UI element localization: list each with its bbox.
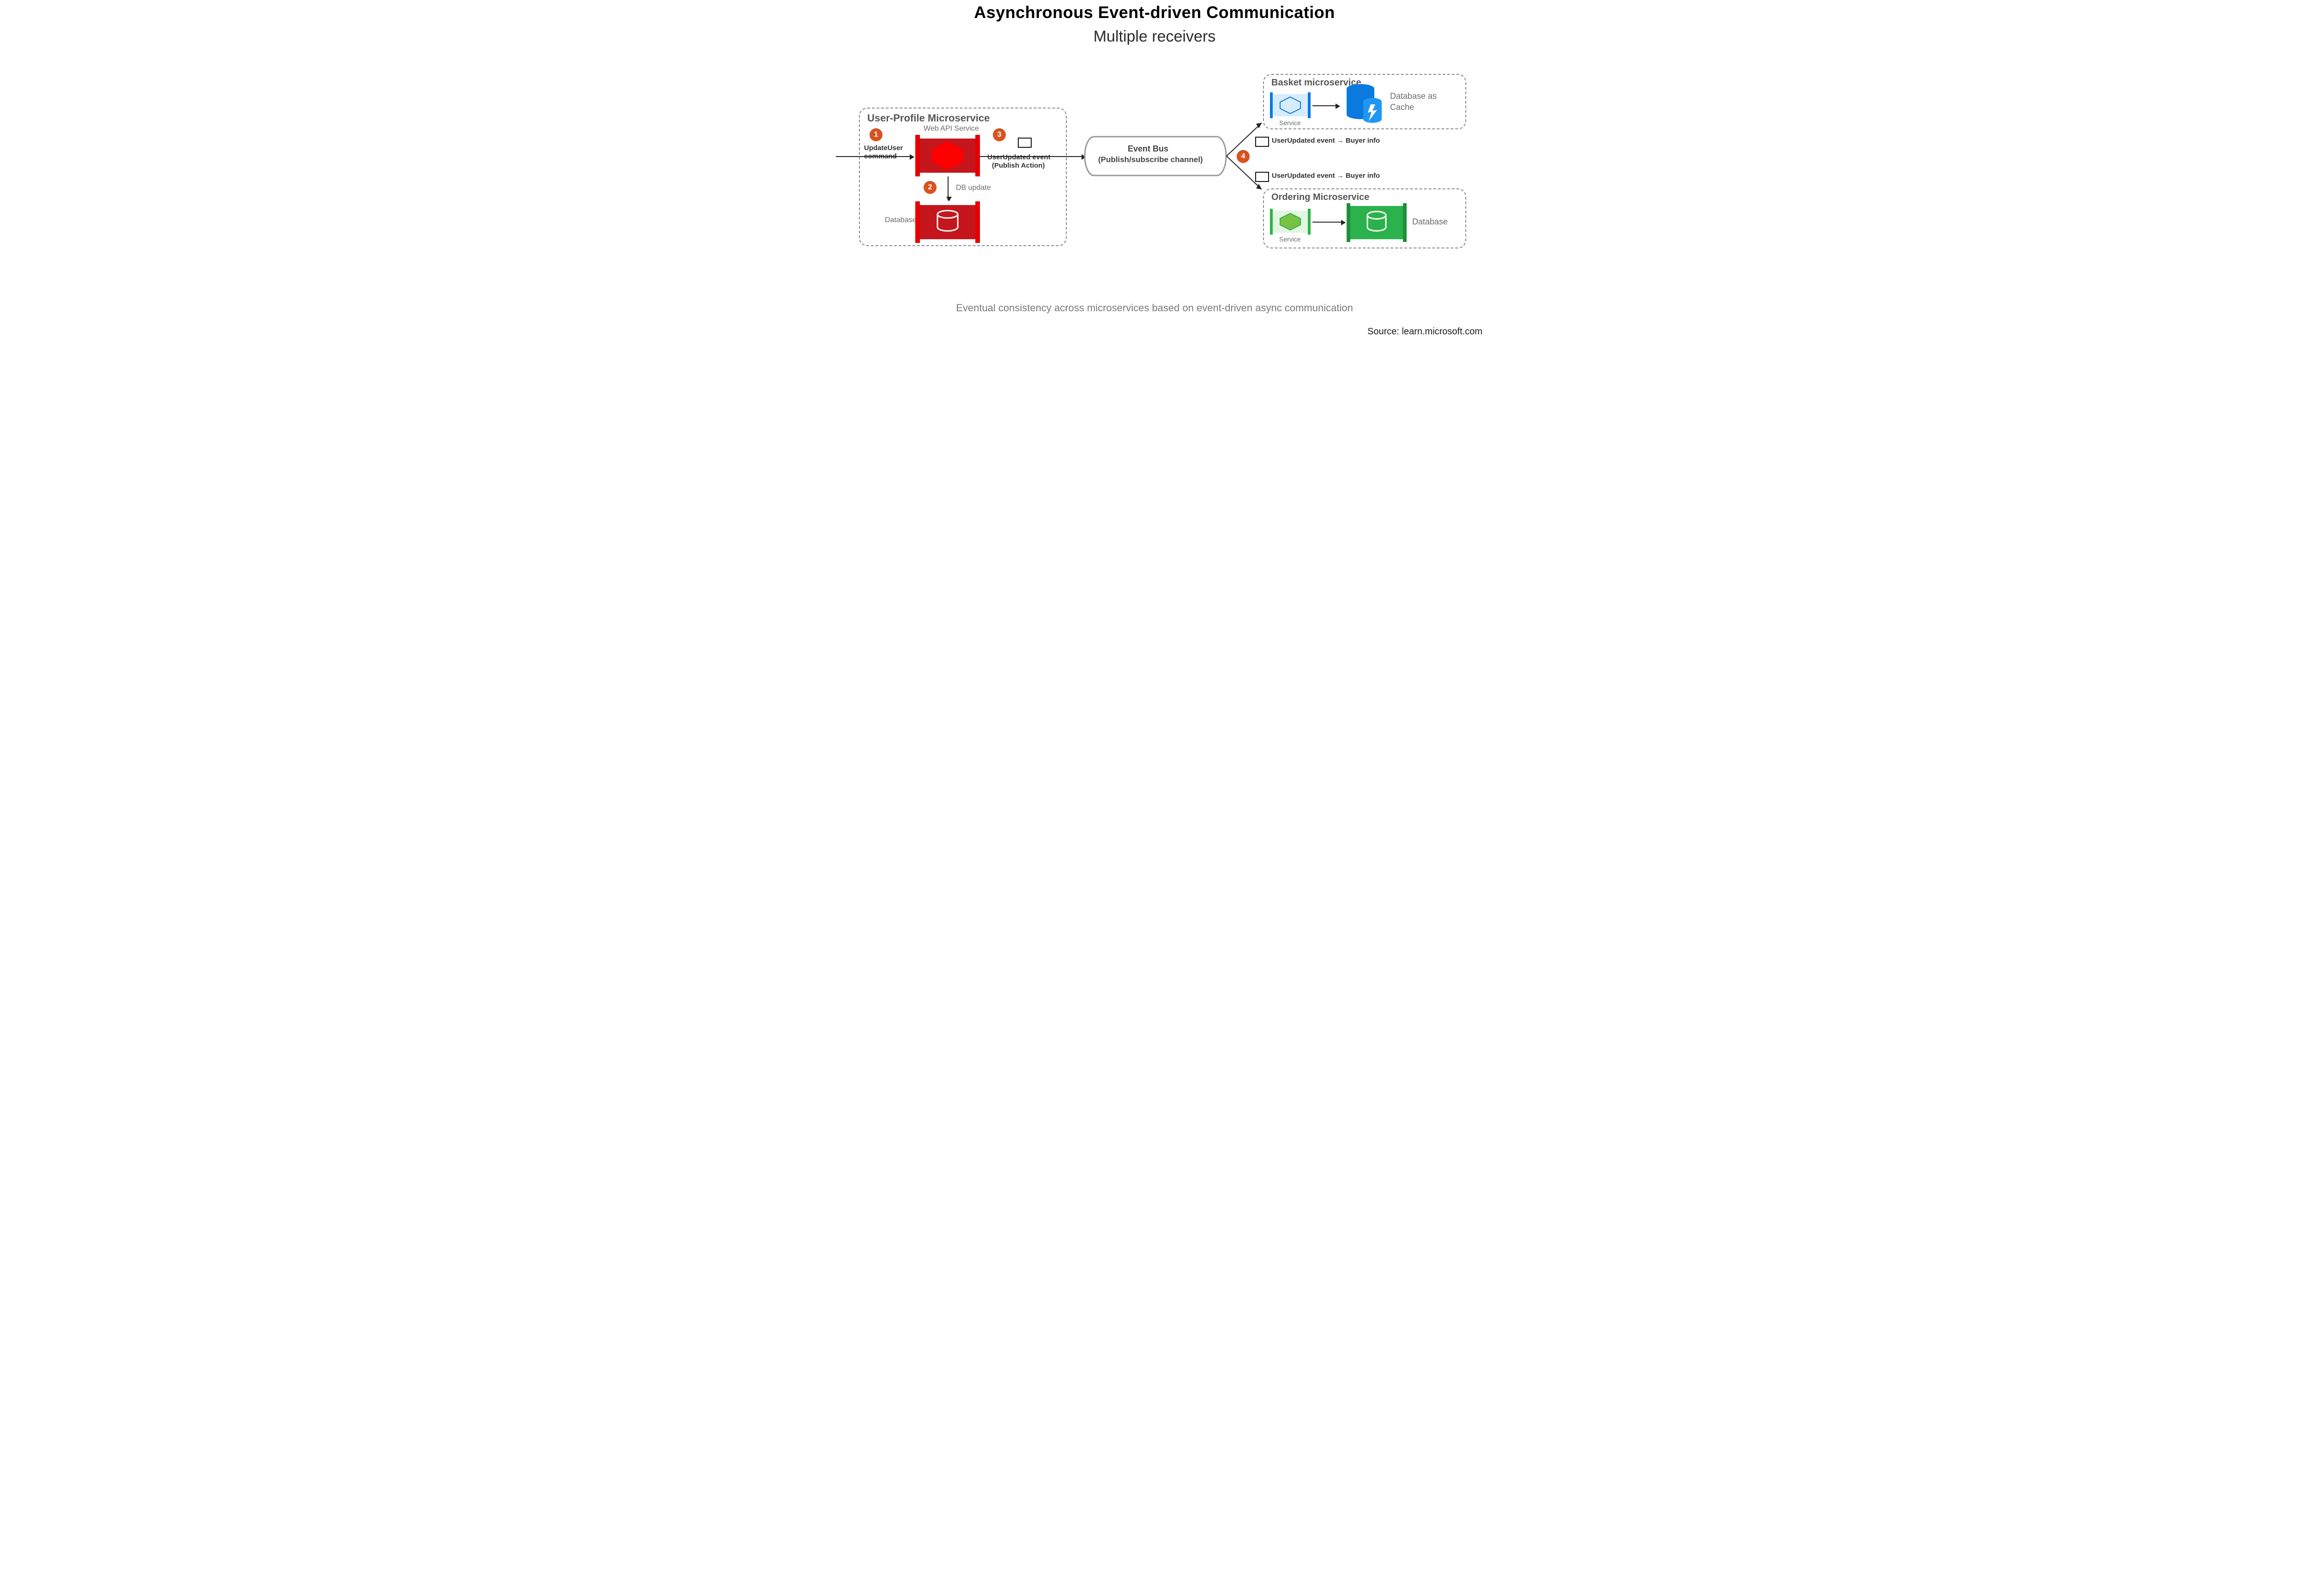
envelope-icon-to-ordering — [1255, 172, 1269, 182]
arrow-basket-service-to-db — [1312, 105, 1339, 106]
diagram-subtitle: Multiple receivers — [808, 28, 1501, 46]
diagram-title: Asynchronous Event-driven Communication — [808, 3, 1501, 22]
panel-title-user-profile: User-Profile Microservice — [867, 112, 990, 124]
label-ordering-service: Service — [1279, 236, 1301, 243]
arrow-incoming-command — [836, 156, 913, 157]
label-database-user-profile: Database — [885, 216, 917, 224]
arrow-publish-to-bus — [980, 156, 1085, 157]
basket-database-icon — [1340, 81, 1386, 126]
diagram-source: Source: learn.microsoft.com — [1367, 326, 1482, 337]
basket-service-box — [1270, 92, 1311, 118]
envelope-icon-publish — [1018, 138, 1032, 148]
arrow-fanout — [1225, 119, 1266, 193]
label-basket-db-line2: Cache — [1390, 103, 1414, 112]
label-event-to-ordering: UserUpdated event → Buyer info — [1272, 172, 1380, 180]
ordering-service-box — [1270, 209, 1311, 235]
user-profile-database-box — [915, 201, 980, 243]
arrow-api-to-db — [948, 176, 949, 200]
label-ordering-db: Database — [1412, 217, 1448, 227]
label-event-to-basket: UserUpdated event → Buyer info — [1272, 137, 1380, 145]
label-db-update: DB update — [956, 184, 991, 192]
diagram-canvas: Asynchronous Event-driven Communication … — [808, 0, 1501, 346]
label-event-bus-line2: (Publish/subscribe channel) — [1098, 155, 1203, 164]
envelope-icon-to-basket — [1255, 137, 1269, 147]
label-web-api-service: Web API Service — [924, 125, 979, 133]
label-updateuser-1: UpdateUser — [864, 144, 903, 152]
label-basket-service: Service — [1279, 119, 1301, 127]
label-event-bus-line1: Event Bus — [1128, 144, 1168, 154]
step-badge-3: 3 — [993, 128, 1006, 141]
diagram-caption: Eventual consistency across microservice… — [808, 302, 1501, 314]
label-publish-line2: (Publish Action) — [992, 162, 1045, 169]
step-badge-2: 2 — [924, 181, 937, 194]
label-basket-db-line1: Database as — [1390, 91, 1437, 101]
step-badge-1: 1 — [870, 128, 882, 141]
label-publish-line1: UserUpdated event — [987, 153, 1051, 161]
arrow-ordering-service-to-db — [1312, 222, 1345, 223]
user-profile-service-box — [915, 135, 980, 176]
ordering-database-box — [1347, 203, 1407, 242]
panel-title-ordering: Ordering Microservice — [1271, 192, 1369, 203]
